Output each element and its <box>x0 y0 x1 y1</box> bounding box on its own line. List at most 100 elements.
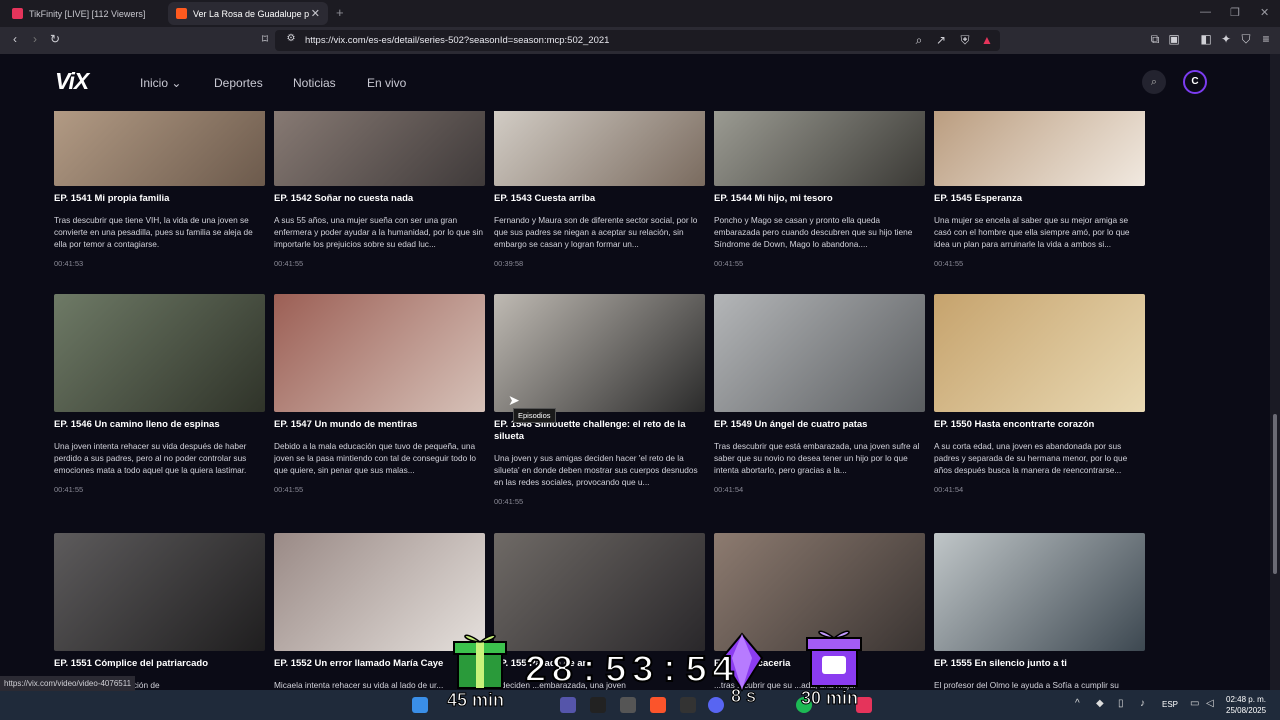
episode-card[interactable]: EP. 1545 Esperanza Una mujer se encela al… <box>934 87 1145 268</box>
episode-thumbnail[interactable] <box>934 533 1145 651</box>
vix-favicon-icon <box>176 8 187 19</box>
episode-thumbnail[interactable] <box>274 294 485 412</box>
app-icon[interactable] <box>856 697 872 713</box>
url-text[interactable]: https://vix.com/es-es/detail/series-502?… <box>305 35 609 46</box>
green-gift-icon <box>453 634 507 689</box>
episode-card[interactable]: EP. 1548 Silhouette challenge: el reto d… <box>494 294 705 506</box>
episode-card[interactable]: EP. 1555 En silencio junto a ti El profes… <box>934 533 1145 690</box>
episode-card[interactable]: EP. 1542 Soñar no cuesta nada A sus 55 añ… <box>274 87 485 268</box>
app-icon[interactable] <box>680 697 696 713</box>
episode-duration: 00:41:55 <box>934 259 964 268</box>
app-icon[interactable] <box>590 697 606 713</box>
episode-card[interactable]: EP. 1543 Cuesta arriba Fernando y Maura s… <box>494 87 705 268</box>
tray-app-icon[interactable]: ◆ <box>1096 698 1104 709</box>
app-icon[interactable] <box>620 697 636 713</box>
windows-start-icon[interactable] <box>412 697 428 713</box>
episode-thumbnail[interactable] <box>494 533 705 651</box>
episode-title[interactable]: EP. 1543 Cuesta arriba <box>494 193 705 205</box>
episode-thumbnail[interactable] <box>54 533 265 651</box>
system-clock[interactable]: 02:48 p. m. 25/08/2025 <box>1226 694 1266 716</box>
episode-description: El profesor del Olmo le ayuda a Sofía a … <box>934 680 1119 690</box>
menu-icon[interactable]: ≡ <box>1258 32 1274 46</box>
episode-title[interactable]: EP. 1545 Esperanza <box>934 193 1145 205</box>
episode-card[interactable]: EP. 1544 Mi hijo, mi tesoro Poncho y Mago… <box>714 87 925 268</box>
brave-browser-icon[interactable] <box>650 697 666 713</box>
volume-icon[interactable]: ◁ <box>1206 698 1214 709</box>
episode-description: A sus 55 años, una mujer sueña con ser u… <box>274 215 483 249</box>
browser-tab-bar: TikFinity [LIVE] [112 Viewers] Ver La Ro… <box>0 0 1280 27</box>
episode-title[interactable]: EP. 1544 Mi hijo, mi tesoro <box>714 193 925 205</box>
screenshot-icon[interactable]: ▣ <box>1166 32 1182 46</box>
episode-thumbnail[interactable] <box>54 294 265 412</box>
episode-thumbnail[interactable] <box>934 294 1145 412</box>
tray-chevron-icon[interactable]: ^ <box>1075 698 1080 709</box>
reload-icon[interactable]: ↻ <box>47 32 63 46</box>
episode-duration: 00:41:55 <box>494 497 524 506</box>
close-tab-icon[interactable]: ✕ <box>311 7 320 20</box>
episode-title[interactable]: EP. 1550 Hasta encontrarte corazón <box>934 419 1145 431</box>
new-tab-button[interactable]: + <box>336 5 344 20</box>
bookmark-icon[interactable]: ⌑ <box>257 32 273 46</box>
share-icon[interactable]: ↗ <box>933 33 949 47</box>
episode-title[interactable]: EP. 1542 Soñar no cuesta nada <box>274 193 485 205</box>
tab-vix[interactable]: Ver La Rosa de Guadalupe por V ✕ <box>168 2 328 25</box>
zoom-icon[interactable]: ⌕ <box>911 33 927 48</box>
episode-thumbnail[interactable] <box>714 294 925 412</box>
avatar[interactable]: C <box>1183 70 1207 94</box>
address-bar[interactable]: ⚙ https://vix.com/es-es/detail/series-50… <box>275 30 1000 51</box>
scrollbar-thumb[interactable] <box>1273 414 1277 574</box>
maximize-icon[interactable]: ❐ <box>1230 6 1240 19</box>
episode-duration: 00:41:55 <box>274 485 304 494</box>
back-icon[interactable]: ‹ <box>7 32 23 46</box>
nav-noticias[interactable]: Noticias <box>293 76 336 90</box>
subathon-timer: 28:53:54 <box>523 649 739 694</box>
episode-title[interactable]: EP. 1541 Mi propia familia <box>54 193 265 205</box>
episode-description: Fernando y Maura son de diferente sector… <box>494 215 698 249</box>
rewards-icon[interactable]: ▲ <box>979 33 995 47</box>
episode-title[interactable]: EP. 1555 En silencio junto a ti <box>934 658 1145 670</box>
tab-tikfinity[interactable]: TikFinity [LIVE] [112 Viewers] <box>4 2 164 25</box>
episode-title[interactable]: EP. 1549 Un ángel de cuatro patas <box>714 419 925 431</box>
vix-logo[interactable]: ViX <box>55 68 89 95</box>
sidebar-icon[interactable]: ◧ <box>1198 32 1214 46</box>
episode-card[interactable]: EP. 1541 Mi propia familia Tras descubrir… <box>54 87 265 268</box>
nav-inicio[interactable]: Inicio ⌄ <box>140 76 181 90</box>
episode-thumbnail[interactable] <box>494 294 705 412</box>
episode-title[interactable]: EP. 1546 Un camino lleno de espinas <box>54 419 265 431</box>
episode-card[interactable]: EP. 1549 Un ángel de cuatro patas Tras de… <box>714 294 925 494</box>
episode-card[interactable]: EP. 1550 Hasta encontrarte corazón A su c… <box>934 294 1145 494</box>
browser-toolbar: ‹ › ↻ ⌑ ⚙ https://vix.com/es-es/detail/s… <box>0 27 1280 54</box>
site-info-icon[interactable]: ⚙ <box>283 33 299 44</box>
ai-icon[interactable]: ✦ <box>1218 32 1234 46</box>
episode-title[interactable]: EP. 1551 Cómplice del patriarcado <box>54 658 265 670</box>
chevron-down-icon: ⌄ <box>171 76 182 90</box>
episode-duration: 00:41:53 <box>54 259 84 268</box>
vpn-icon[interactable]: ⛉ <box>1238 32 1254 47</box>
search-icon[interactable]: ⌕ <box>1142 70 1166 94</box>
nav-deportes[interactable]: Deportes <box>214 76 263 90</box>
episode-card[interactable]: EP. 1547 Un mundo de mentiras Debido a la… <box>274 294 485 494</box>
episode-title[interactable]: EP. 1547 Un mundo de mentiras <box>274 419 485 431</box>
network-icon[interactable]: ▭ <box>1190 698 1199 709</box>
shield-icon[interactable]: ⛨ <box>957 33 973 48</box>
episode-description: Debido a la mala educación que tuvo de p… <box>274 441 477 475</box>
episode-card[interactable]: EP. 1546 Un camino lleno de espinas Una j… <box>54 294 265 494</box>
clock-date: 25/08/2025 <box>1226 706 1267 715</box>
nav-en-vivo[interactable]: En vivo <box>367 76 406 90</box>
input-language[interactable]: ESP <box>1162 700 1178 709</box>
clock-time: 02:48 p. m. <box>1226 695 1267 704</box>
discord-icon[interactable] <box>708 697 724 713</box>
episode-duration: 00:41:55 <box>274 259 304 268</box>
close-window-icon[interactable]: ✕ <box>1260 6 1269 19</box>
tooltip-episodios: Episodios <box>513 408 556 423</box>
minimize-icon[interactable]: — <box>1200 6 1211 18</box>
windows-taskbar: ^ ◆ ▯ ♪ ESP ▭ ◁ 02:48 p. m. 25/08/2025 <box>0 690 1280 720</box>
vix-page: ViX Inicio ⌄ Deportes Noticias En vivo ⌕… <box>0 54 1270 690</box>
app-icon[interactable] <box>560 697 576 713</box>
forward-icon[interactable]: › <box>27 32 43 46</box>
episode-card[interactable]: EP. 1551 Cómplice del patriarcado...udio… <box>54 533 265 690</box>
extensions-icon[interactable]: ⧉ <box>1147 32 1163 47</box>
tray-app-icon[interactable]: ▯ <box>1118 698 1124 709</box>
page-scrollbar[interactable] <box>1270 54 1280 690</box>
mic-icon[interactable]: ♪ <box>1140 698 1145 709</box>
